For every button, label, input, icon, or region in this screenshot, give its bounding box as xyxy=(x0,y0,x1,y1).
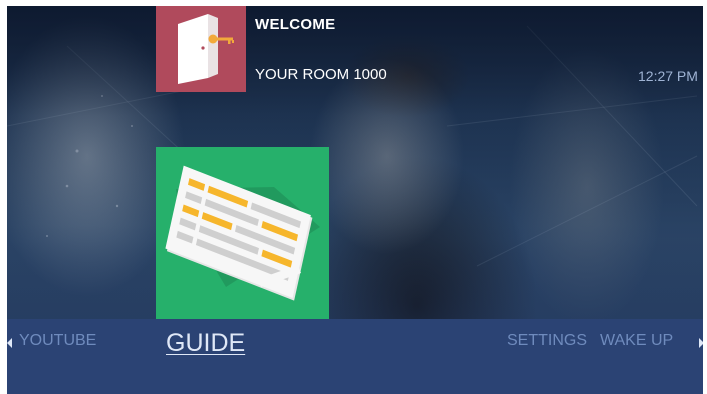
clock: 12:27 PM xyxy=(638,68,698,84)
welcome-title: WELCOME xyxy=(255,16,336,33)
guide-list-icon xyxy=(165,165,320,301)
welcome-tile[interactable] xyxy=(156,6,246,92)
nav-item-youtube[interactable]: YOUTUBE xyxy=(19,332,96,350)
tv-screen: WELCOME YOUR ROOM 1000 12:27 PM YOUTUBE … xyxy=(7,6,703,394)
door-key-icon xyxy=(178,14,234,84)
room-label: YOUR ROOM 1000 xyxy=(255,66,387,83)
arrow-left-icon[interactable] xyxy=(7,338,12,348)
bottom-nav-bar: YOUTUBE GUIDE SETTINGS WAKE UP xyxy=(7,319,703,394)
nav-item-guide[interactable]: GUIDE xyxy=(166,329,245,358)
arrow-right-icon[interactable] xyxy=(699,338,703,348)
nav-item-settings[interactable]: SETTINGS xyxy=(507,332,587,350)
guide-tile[interactable] xyxy=(156,147,329,319)
background-overlay xyxy=(7,6,703,319)
nav-item-wake-up[interactable]: WAKE UP xyxy=(600,332,673,350)
